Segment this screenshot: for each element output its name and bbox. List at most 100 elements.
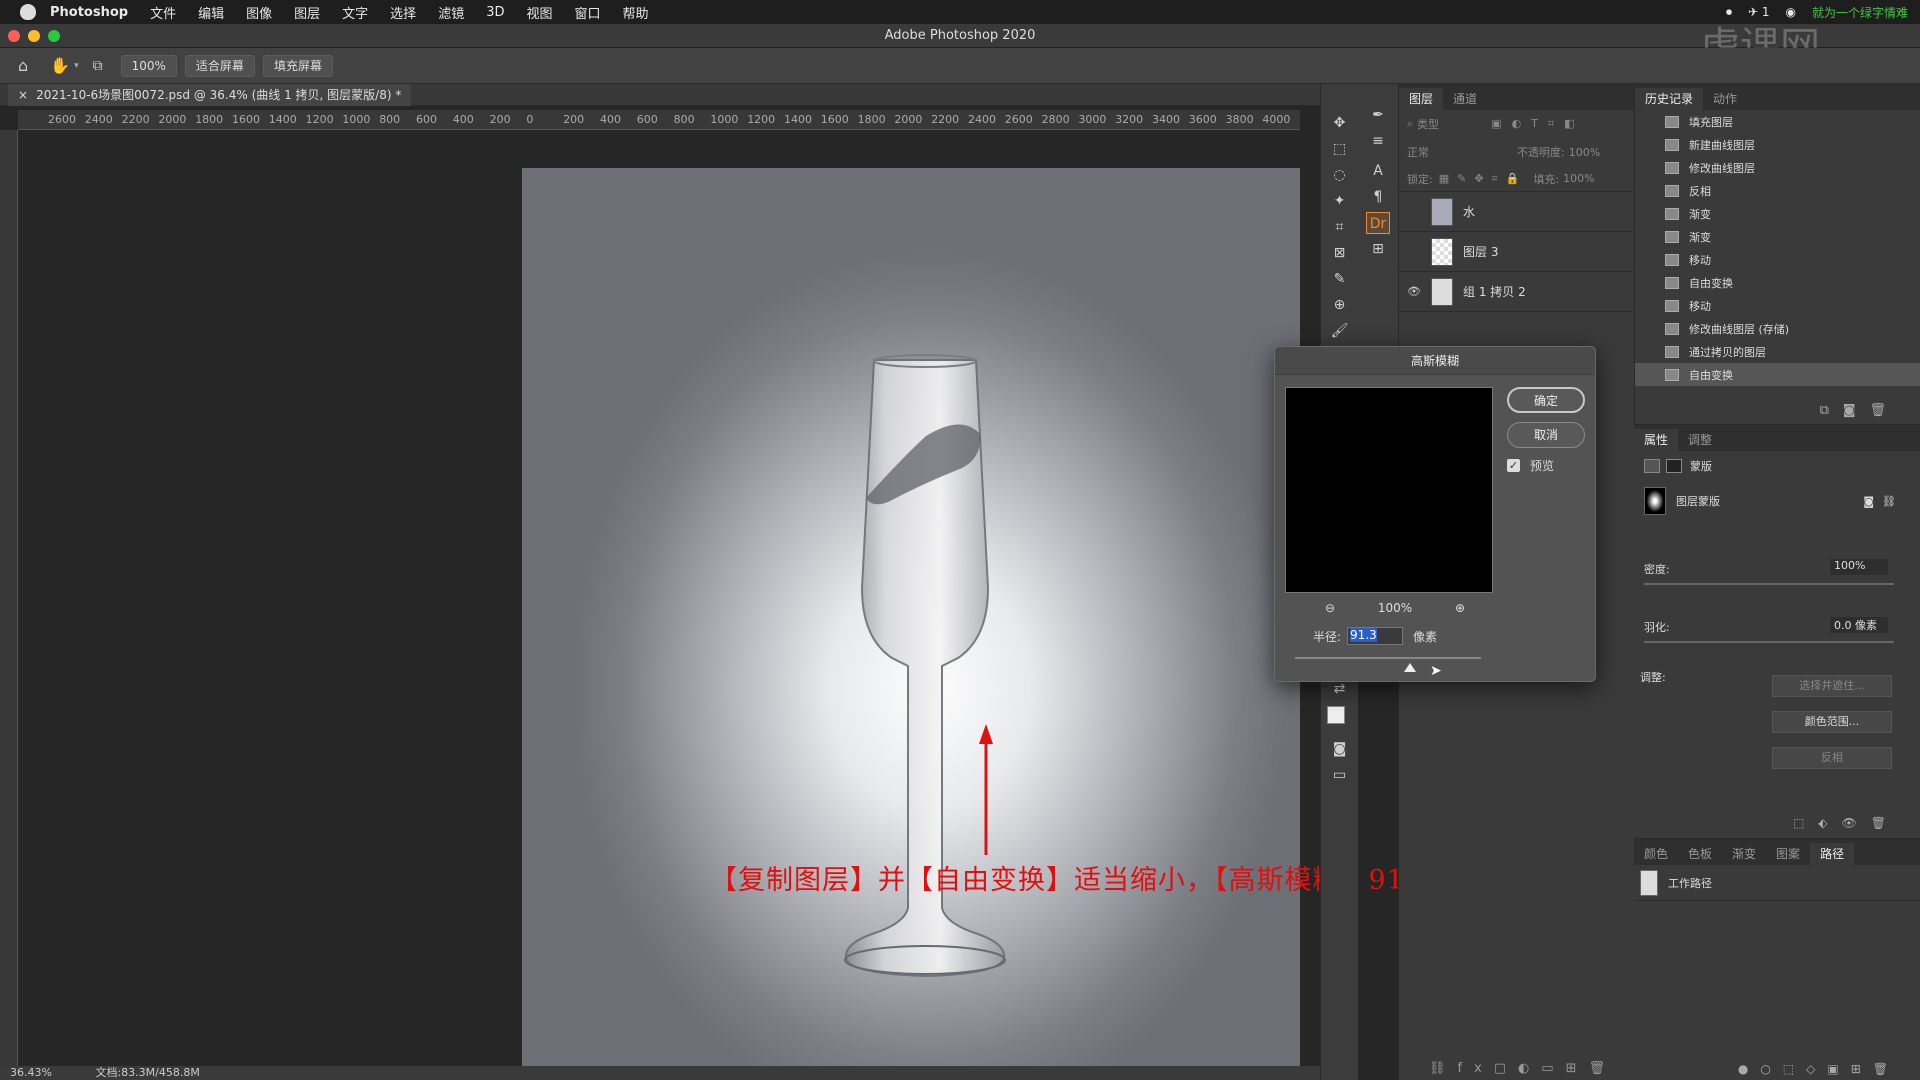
menu-3d[interactable]: 3D	[486, 5, 504, 20]
record-icon[interactable]: ⏺	[1726, 5, 1732, 20]
radius-input[interactable]: 91.3	[1347, 627, 1404, 645]
menu-view[interactable]: 视图	[526, 3, 552, 22]
menu-filter[interactable]: 滤镜	[438, 3, 464, 22]
fill-screen-button[interactable]: 填充屏幕	[262, 54, 333, 77]
eye-icon[interactable]: 👁	[1407, 285, 1425, 298]
history-item[interactable]: 渐变	[1635, 225, 1920, 248]
tab-channels[interactable]: 通道	[1443, 88, 1487, 110]
tab-layers[interactable]: 图层	[1399, 88, 1444, 110]
color-range-button[interactable]: 颜色范围...	[1772, 711, 1892, 733]
history-item[interactable]: 通过拷贝的图层	[1635, 340, 1920, 363]
filter-type-icons[interactable]: ▣◐T⌗◧	[1491, 117, 1584, 131]
adjustments-icon[interactable]: ≡	[1366, 130, 1390, 152]
paths-footer-icons[interactable]: ●○⬚◇▣⊞🗑	[1738, 1062, 1900, 1076]
tab-patterns[interactable]: 图案	[1766, 843, 1810, 865]
color-swatches[interactable]	[1325, 704, 1355, 734]
screen-mode-icon[interactable]: ▭	[1328, 764, 1352, 786]
tab-actions[interactable]: 动作	[1703, 88, 1747, 110]
layer-row[interactable]: 图层 3	[1399, 232, 1634, 272]
blend-mode-select[interactable]: 正常	[1407, 144, 1517, 160]
properties-panel-icon[interactable]: ⊞	[1366, 238, 1390, 260]
eyedropper-tool-icon[interactable]: ✎	[1328, 268, 1352, 290]
vector-mask-icon[interactable]	[1666, 459, 1682, 473]
close-window-button[interactable]	[8, 30, 20, 42]
layer-row[interactable]: 水	[1399, 192, 1634, 232]
dr-plugin-icon[interactable]: Dr	[1366, 212, 1390, 234]
history-footer-icons[interactable]: ⧉◙🗑	[1820, 403, 1900, 418]
frame-tool-icon[interactable]: ⊠	[1328, 242, 1352, 264]
notification-icon[interactable]: ✈ 1	[1748, 5, 1770, 19]
menu-image[interactable]: 图像	[246, 3, 272, 22]
crop-tool-icon[interactable]: ⌗	[1328, 216, 1352, 238]
zoom-100-button[interactable]: 100%	[120, 54, 177, 77]
path-row[interactable]: 工作路径	[1634, 865, 1920, 901]
density-input[interactable]: 100%	[1830, 559, 1888, 575]
healing-tool-icon[interactable]: ⊕	[1328, 294, 1352, 316]
preview-checkbox-row[interactable]: ✓ 预览	[1507, 457, 1554, 474]
blur-preview[interactable]	[1285, 387, 1493, 593]
menu-edit[interactable]: 编辑	[198, 3, 224, 22]
paragraph-panel-icon[interactable]: ¶	[1366, 186, 1390, 208]
history-item[interactable]: 移动	[1635, 294, 1920, 317]
brush-settings-icon[interactable]: ✒	[1366, 104, 1390, 126]
menu-window[interactable]: 窗口	[575, 3, 601, 22]
history-item[interactable]: 新建曲线图层	[1635, 133, 1920, 156]
hand-tool-icon[interactable]: ✋	[50, 56, 70, 75]
feather-input[interactable]: 0.0 像素	[1830, 617, 1888, 633]
invert-button[interactable]: 反相	[1772, 747, 1892, 769]
history-item[interactable]: 修改曲线图层 (存储)	[1635, 317, 1920, 340]
tab-gradients[interactable]: 渐变	[1722, 843, 1766, 865]
history-item[interactable]: 填充图层	[1635, 110, 1920, 133]
fit-screen-button[interactable]: 适合屏幕	[184, 54, 255, 77]
magic-wand-tool-icon[interactable]: ✦	[1328, 190, 1352, 212]
history-item[interactable]: 渐变	[1635, 202, 1920, 225]
layer-row[interactable]: 👁 组 1 拷贝 2	[1399, 272, 1634, 312]
status-zoom[interactable]: 36.43%	[10, 1066, 52, 1079]
brush-tool-icon[interactable]: 🖌	[1328, 320, 1352, 342]
menu-layer[interactable]: 图层	[294, 3, 320, 22]
ok-button[interactable]: 确定	[1507, 387, 1585, 413]
radius-slider-thumb[interactable]	[1404, 663, 1417, 672]
tab-color[interactable]: 颜色	[1634, 843, 1678, 865]
horizontal-ruler[interactable]: 2600 2400 2200 2000 1800 1600 1400 1200 1000 800 6…	[18, 110, 1300, 130]
tab-paths[interactable]: 路径	[1810, 843, 1855, 865]
minimize-window-button[interactable]	[28, 30, 40, 42]
lock-icons[interactable]: ▦✎✥⌗🔒	[1439, 172, 1528, 186]
select-and-mask-button[interactable]: 选择并遮住...	[1772, 675, 1892, 697]
tab-history[interactable]: 历史记录	[1635, 88, 1704, 110]
tab-properties[interactable]: 属性	[1634, 429, 1679, 451]
preview-checkbox[interactable]: ✓	[1507, 459, 1520, 472]
menu-app[interactable]: Photoshop	[50, 5, 128, 20]
move-tool-icon[interactable]: ✥	[1328, 112, 1352, 134]
history-item[interactable]: 自由变换	[1635, 271, 1920, 294]
menu-file[interactable]: 文件	[150, 3, 176, 22]
vertical-ruler[interactable]	[0, 130, 18, 1066]
marquee-tool-icon[interactable]: ⬚	[1328, 138, 1352, 160]
layer-filter-select[interactable]: 类型	[1417, 116, 1467, 132]
density-slider[interactable]	[1644, 583, 1894, 585]
feather-slider[interactable]	[1644, 641, 1894, 643]
fill-input[interactable]: 100%	[1563, 172, 1594, 185]
history-item[interactable]: 修改曲线图层	[1635, 156, 1920, 179]
history-item[interactable]: 自由变换	[1635, 363, 1920, 386]
quick-mask-icon[interactable]: ◙	[1328, 738, 1352, 760]
chevron-down-icon[interactable]: ▾	[74, 61, 79, 71]
foreground-color[interactable]	[1326, 706, 1345, 724]
lasso-tool-icon[interactable]: ◌	[1328, 164, 1352, 186]
history-item[interactable]: 反相	[1635, 179, 1920, 202]
apple-icon[interactable]	[20, 4, 36, 20]
zoom-out-icon[interactable]: ⊖	[1325, 601, 1335, 615]
character-panel-icon[interactable]: A	[1366, 160, 1390, 182]
zoom-in-icon[interactable]: ⊕	[1455, 601, 1465, 615]
wechat-icon[interactable]: ◉	[1786, 5, 1796, 19]
menu-select[interactable]: 选择	[390, 3, 416, 22]
menu-help[interactable]: 帮助	[623, 3, 649, 22]
close-tab-icon[interactable]: ×	[18, 88, 28, 102]
layer-footer-icons[interactable]: ⛓fx▢◐▭⊞🗑	[1429, 1061, 1617, 1076]
opacity-input[interactable]: 100%	[1569, 146, 1600, 159]
link-mask-icon[interactable]: ⛓	[1882, 495, 1896, 508]
document-tab[interactable]: × 2021-10-6场景图0072.psd @ 36.4% (曲线 1 拷贝, …	[8, 84, 412, 106]
tab-adjustments[interactable]: 调整	[1678, 429, 1722, 451]
scroll-all-windows-icon[interactable]: ⧉	[93, 58, 103, 74]
home-icon[interactable]: ⌂	[18, 56, 28, 75]
